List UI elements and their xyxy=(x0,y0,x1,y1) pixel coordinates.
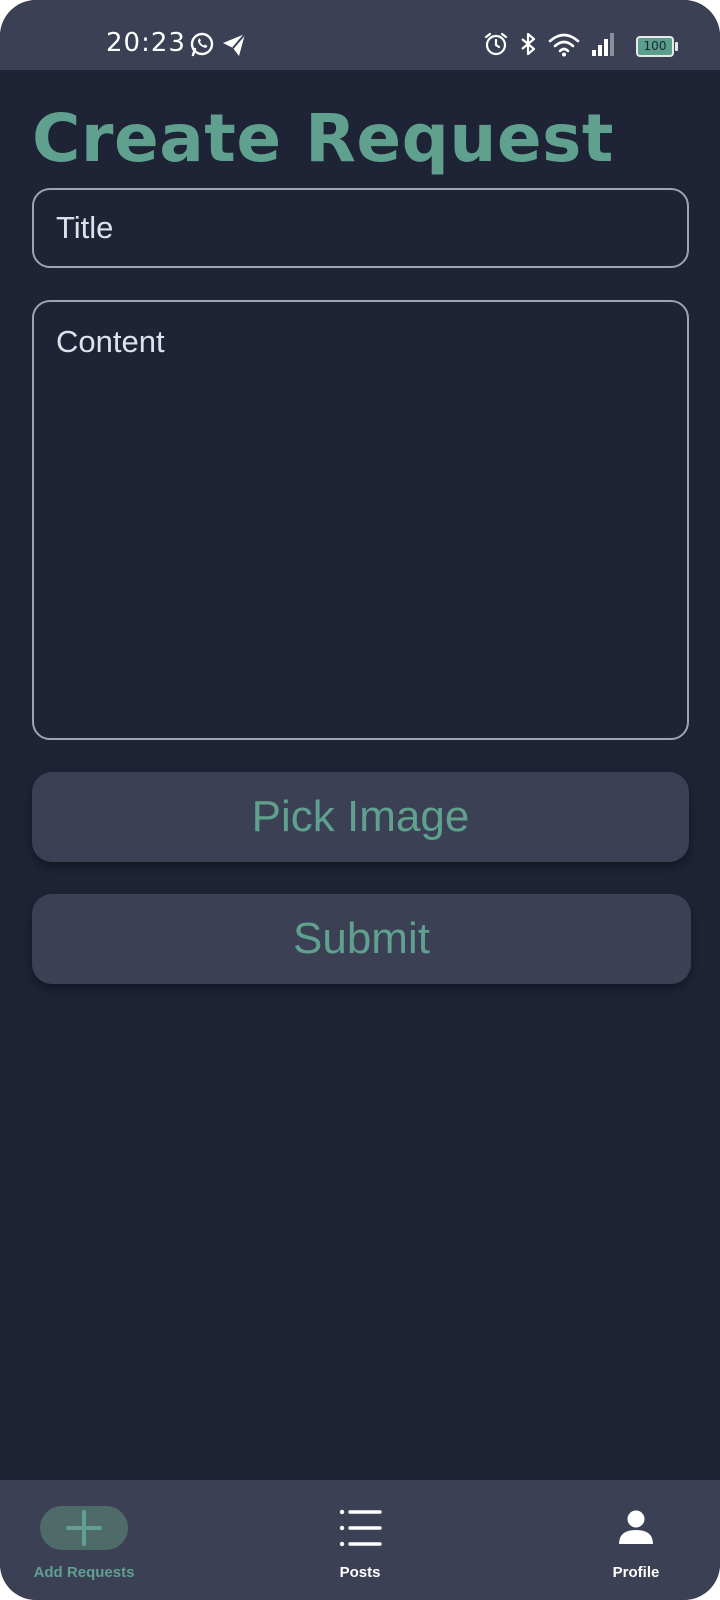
telegram-icon xyxy=(223,33,246,56)
nav-label-add-requests: Add Requests xyxy=(33,1564,135,1581)
battery-tip xyxy=(675,42,678,51)
whatsapp-icon xyxy=(190,32,214,57)
pick-image-button[interactable]: Pick Image xyxy=(32,772,689,862)
bottom-navigation: Add Requests Posts Profile xyxy=(0,1480,720,1600)
submit-button[interactable]: Submit xyxy=(32,894,691,984)
list-icon xyxy=(339,1509,382,1547)
battery-icon: 100 xyxy=(636,36,674,57)
nav-item-add-requests[interactable]: Add Requests xyxy=(0,1480,174,1600)
signal-icon xyxy=(592,33,614,56)
title-placeholder: Title xyxy=(56,210,114,245)
app-screen: 20:23 100 Create Request Title Content P… xyxy=(0,0,720,1600)
plus-icon xyxy=(66,1510,102,1546)
wifi-icon xyxy=(548,33,580,57)
bluetooth-icon xyxy=(521,32,536,56)
content-placeholder: Content xyxy=(56,324,165,359)
nav-item-profile[interactable]: Profile xyxy=(546,1480,720,1600)
status-time: 20:23 xyxy=(106,28,186,58)
content-textarea[interactable]: Content xyxy=(32,300,689,740)
nav-item-posts[interactable]: Posts xyxy=(270,1480,450,1600)
nav-label-posts: Posts xyxy=(339,1564,381,1581)
nav-label-profile: Profile xyxy=(612,1564,660,1581)
person-icon xyxy=(619,1510,653,1544)
alarm-icon xyxy=(484,32,508,56)
status-bar: 20:23 100 xyxy=(0,0,720,70)
page-title: Create Request xyxy=(32,100,614,177)
title-input[interactable]: Title xyxy=(32,188,689,268)
